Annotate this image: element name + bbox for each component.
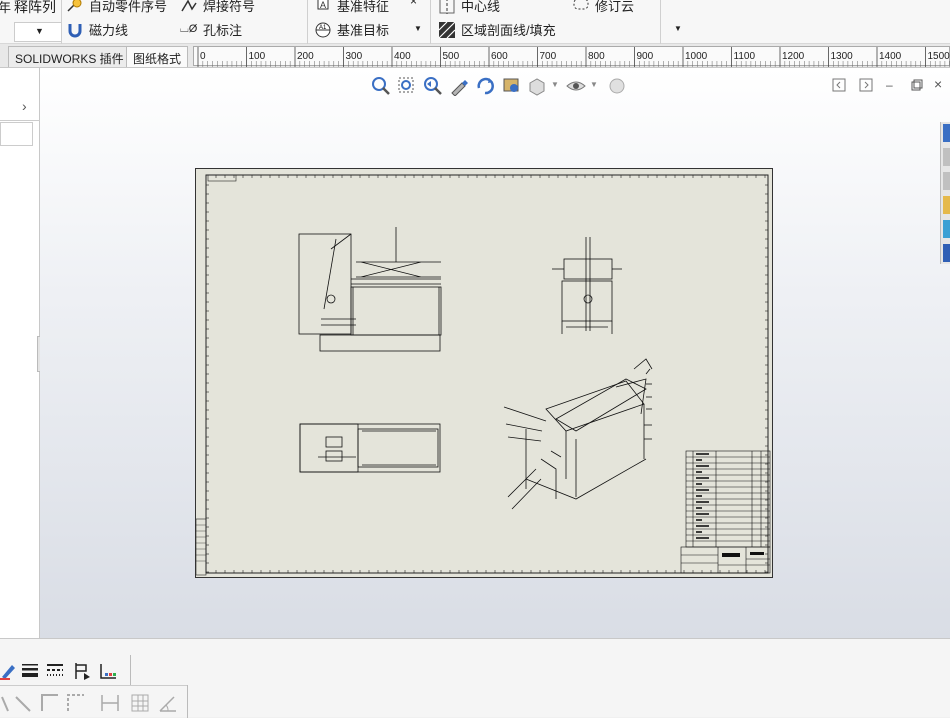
- minimize-icon[interactable]: –: [886, 78, 900, 92]
- title-block: [681, 547, 770, 573]
- command-manager-ribbon: 年 释阵列 ▼ 自动零件序号 磁力线 焊接符号 ⌴Ø 孔标注 A 基准特征 A1…: [0, 0, 950, 44]
- task-pane-appearance-icon[interactable]: [943, 220, 950, 238]
- chevron-down-icon[interactable]: ▼: [674, 24, 682, 33]
- ruler-tick-label: 700: [540, 51, 557, 62]
- datum-target-button[interactable]: A1 基准目标: [314, 20, 389, 39]
- ruler-tick-label: 1300: [831, 51, 854, 62]
- task-pane-tabs: [940, 122, 950, 264]
- ruler-tick-label: 300: [346, 51, 363, 62]
- centerline-icon: [438, 0, 456, 15]
- display-style-icon[interactable]: [501, 76, 521, 96]
- dashed-corner-icon[interactable]: [66, 693, 86, 713]
- sketch-slot-icon[interactable]: [14, 693, 34, 713]
- panel-divider: [0, 120, 40, 121]
- line-thickness-icon[interactable]: [20, 661, 40, 681]
- angle-dimension-icon[interactable]: [158, 693, 178, 713]
- ruler-tick-label: 500: [443, 51, 460, 62]
- chevron-down-icon: ▼: [35, 26, 44, 36]
- color-display-mode-icon[interactable]: [98, 661, 118, 681]
- area-hatch-button[interactable]: 区域剖面线/填充: [438, 20, 556, 39]
- task-pane-library-icon[interactable]: [943, 148, 950, 166]
- tile-right-icon[interactable]: [859, 78, 873, 92]
- ribbon-x-mark[interactable]: ×: [410, 0, 417, 8]
- task-pane-view-palette-icon[interactable]: [943, 196, 950, 214]
- smart-dimension-icon[interactable]: [100, 693, 120, 713]
- revision-cloud-icon: [572, 0, 590, 15]
- task-pane-home-icon[interactable]: [943, 124, 950, 142]
- rotate-view-icon[interactable]: [475, 76, 495, 96]
- tab-solidworks-addins[interactable]: SOLIDWORKS 插件: [8, 46, 131, 67]
- toolbar-divider: [0, 685, 188, 686]
- auto-balloon-button[interactable]: 自动零件序号: [66, 0, 167, 15]
- line-color-icon[interactable]: [0, 661, 20, 681]
- ruler-tick-label: 200: [297, 51, 314, 62]
- ruler-tick-label: 400: [394, 51, 411, 62]
- ruler-tick-label: 1500: [928, 51, 950, 62]
- area-hatch-icon: [438, 21, 456, 39]
- bottom-toolbar-area: [0, 638, 950, 717]
- toolbar-divider: [130, 655, 131, 685]
- ruler-tick-label: 800: [588, 51, 605, 62]
- table-grid-icon[interactable]: [130, 693, 150, 713]
- bill-of-materials-table: [686, 451, 770, 547]
- toolbar-divider: [187, 685, 188, 718]
- ruler-tick-label: 1100: [734, 51, 756, 62]
- zoom-area-icon[interactable]: [397, 76, 417, 96]
- ruler-scale: 0 100 200 300 400 500 600 700 800 900 1000 1100 1200…: [194, 47, 950, 67]
- horizontal-ruler: 0 100 200 300 400 500 600 700 800 900 1000 1100 1200…: [193, 46, 950, 66]
- isometric-view: [504, 359, 652, 509]
- ruler-tick-label: 1200: [782, 51, 805, 62]
- ruler-tick-label: 600: [491, 51, 508, 62]
- ruler-tick-label: 1000: [685, 51, 708, 62]
- right-view: [552, 237, 622, 334]
- ribbon-partial-label: 年: [0, 0, 11, 16]
- hole-callout-button[interactable]: ⌴Ø 孔标注: [180, 20, 242, 39]
- corner-rectangle-icon[interactable]: [40, 693, 60, 713]
- task-pane-file-explorer-icon[interactable]: [943, 172, 950, 190]
- drawing-sheet[interactable]: [195, 168, 773, 578]
- zoom-to-fit-icon[interactable]: [371, 76, 391, 96]
- drawing-sheet-content: [196, 169, 774, 579]
- previous-view-icon[interactable]: [423, 76, 443, 96]
- weld-symbol-icon: [180, 0, 198, 15]
- appearance-icon[interactable]: [607, 76, 627, 96]
- revision-cloud-button[interactable]: 修订云: [572, 0, 634, 15]
- panel-expand-arrow-icon[interactable]: ›: [22, 98, 27, 114]
- weld-symbol-button[interactable]: 焊接符号: [180, 0, 255, 15]
- note-pattern-button[interactable]: 释阵列: [14, 0, 56, 17]
- magnet-icon: [66, 21, 84, 39]
- magnetic-line-button[interactable]: 磁力线: [66, 20, 128, 39]
- tile-left-icon[interactable]: [832, 78, 846, 92]
- hide-show-items-icon[interactable]: [566, 76, 586, 96]
- close-icon[interactable]: ×: [934, 76, 948, 90]
- ruler-tick-label: 900: [637, 51, 654, 62]
- hide-show-edges-icon[interactable]: [72, 661, 92, 681]
- svg-text:A1: A1: [319, 25, 327, 31]
- tab-sheet-format[interactable]: 图纸格式: [126, 46, 188, 67]
- panel-field[interactable]: [0, 122, 33, 146]
- chevron-down-icon[interactable]: ▼: [414, 24, 422, 33]
- view-orientation-icon[interactable]: [527, 76, 547, 96]
- auto-balloon-icon: [66, 0, 84, 15]
- sketch-pencil-icon[interactable]: [449, 76, 469, 96]
- note-pattern-dropdown[interactable]: ▼: [14, 22, 62, 42]
- front-view: [299, 227, 441, 351]
- ruler-tick-label: 0: [200, 51, 206, 62]
- line-style-icon[interactable]: [45, 661, 65, 681]
- feature-manager-panel: ›: [0, 68, 40, 638]
- restore-icon[interactable]: [910, 78, 924, 92]
- datum-target-icon: A1: [314, 21, 332, 39]
- top-view: [300, 424, 440, 472]
- centerline-button[interactable]: 中心线: [438, 0, 500, 15]
- datum-feature-icon: A: [314, 0, 332, 15]
- ruler-tick-label: 100: [249, 51, 266, 62]
- datum-feature-button[interactable]: A 基准特征: [314, 0, 389, 15]
- ruler-tick-label: 1400: [879, 51, 902, 62]
- task-pane-properties-icon[interactable]: [943, 244, 950, 262]
- hole-callout-icon: ⌴Ø: [180, 23, 198, 36]
- svg-text:A: A: [320, 0, 326, 10]
